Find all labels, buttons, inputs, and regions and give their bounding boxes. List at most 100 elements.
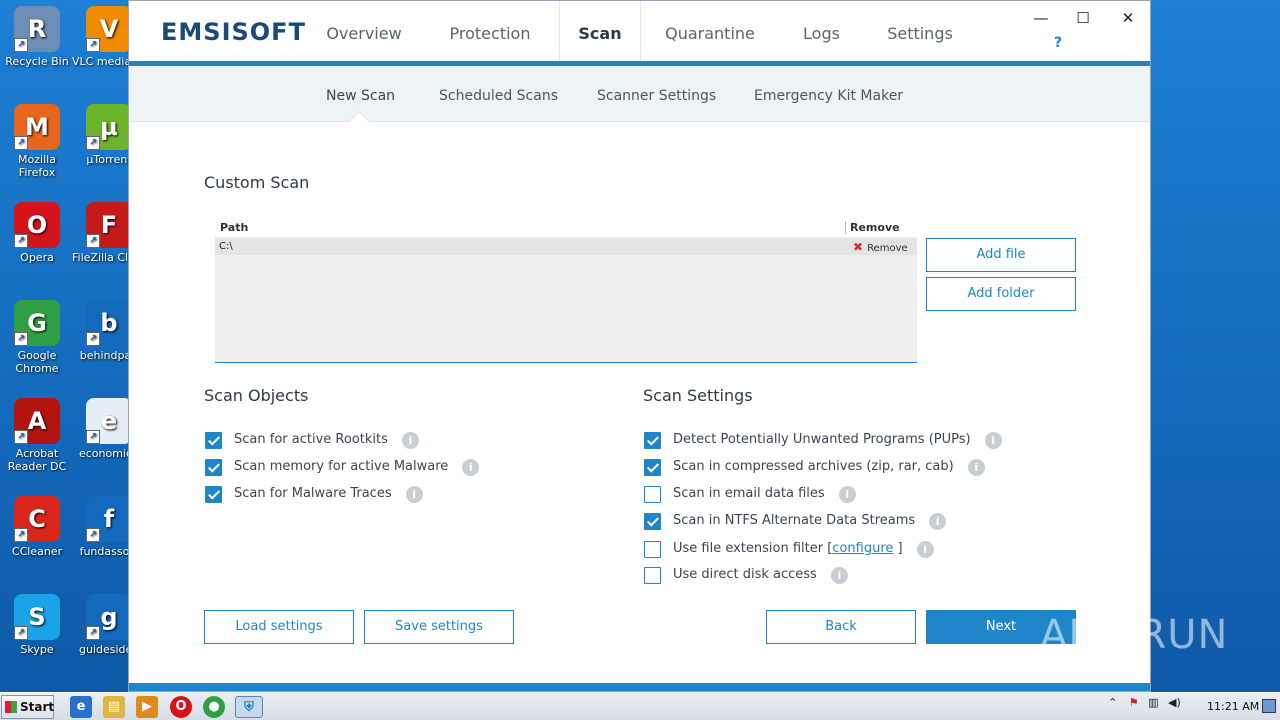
tab-logs[interactable]: Logs bbox=[789, 1, 854, 63]
shortcut-arrow-icon: ↗ bbox=[86, 234, 100, 248]
checkbox[interactable] bbox=[205, 459, 222, 476]
load-settings-button[interactable]: Load settings bbox=[204, 610, 354, 644]
option-label: Scan in NTFS Alternate Data Streams i bbox=[673, 513, 947, 530]
info-icon[interactable]: i bbox=[401, 432, 419, 449]
option-suffix: ] bbox=[893, 541, 903, 556]
maximize-button[interactable]: ☐ bbox=[1068, 7, 1098, 29]
utorrent-icon: µ ↗ bbox=[86, 104, 132, 150]
subtab-emergency-kit-maker[interactable]: Emergency Kit Maker bbox=[754, 88, 903, 104]
tab-quarantine[interactable]: Quarantine bbox=[654, 1, 766, 63]
desktop-icon-a-3[interactable]: G ↗ Google Chrome bbox=[0, 300, 74, 375]
minimize-button[interactable]: — bbox=[1026, 7, 1056, 29]
shortcut-arrow-icon: ↗ bbox=[86, 38, 100, 52]
option-label: Scan in compressed archives (zip, rar, c… bbox=[673, 459, 985, 476]
add-folder-button[interactable]: Add folder bbox=[926, 277, 1076, 311]
flag-tray-icon[interactable]: ⚑ bbox=[1129, 696, 1139, 709]
chrome-taskbar-icon[interactable]: ● bbox=[203, 696, 225, 718]
explorer-taskbar-icon[interactable]: ▤ bbox=[103, 696, 125, 718]
desktop-icon-label: Opera bbox=[20, 251, 54, 264]
desktop-icon-a-5[interactable]: C ↗ CCleaner bbox=[0, 496, 74, 558]
configure-link[interactable]: configure bbox=[832, 541, 893, 556]
close-button[interactable]: ✕ bbox=[1113, 7, 1143, 29]
subtab-scheduled-scans[interactable]: Scheduled Scans bbox=[439, 88, 558, 104]
option-label: Use direct disk access i bbox=[673, 567, 848, 584]
shortcut-arrow-icon: ↗ bbox=[86, 136, 100, 150]
option-label: Scan for active Rootkits i bbox=[234, 432, 419, 449]
chrome-icon: G ↗ bbox=[14, 300, 60, 346]
skype-icon: S ↗ bbox=[14, 594, 60, 640]
desktop-icon-a-6[interactable]: S ↗ Skype bbox=[0, 594, 74, 656]
option-text: Scan for Malware Traces bbox=[234, 486, 392, 501]
desktop-icon-label: Acrobat Reader DC bbox=[7, 447, 67, 473]
tab-overview[interactable]: Overview bbox=[309, 1, 419, 63]
info-icon[interactable]: i bbox=[838, 486, 856, 503]
shortcut-arrow-icon: ↗ bbox=[14, 430, 28, 444]
desktop-icon-label: Google Chrome bbox=[15, 349, 59, 375]
help-icon[interactable]: ? bbox=[1054, 35, 1062, 51]
subtab-new-scan[interactable]: New Scan bbox=[326, 88, 395, 104]
checkbox[interactable] bbox=[644, 513, 661, 530]
remove-path-button[interactable]: ✖ Remove bbox=[853, 240, 908, 254]
desktop-icon-a-0[interactable]: R ↗ Recycle Bin bbox=[0, 6, 74, 68]
info-icon[interactable]: i bbox=[405, 486, 423, 503]
checkbox[interactable] bbox=[644, 541, 661, 558]
option-label: Use file extension filter [configure ] i bbox=[673, 541, 934, 558]
shortcut-arrow-icon: ↗ bbox=[86, 528, 100, 542]
tab-settings[interactable]: Settings bbox=[874, 1, 966, 63]
desktop-icon-a-1[interactable]: M ↗ Mozilla Firefox bbox=[0, 104, 74, 179]
table-row[interactable]: C:\ ✖ Remove bbox=[215, 238, 917, 255]
info-icon[interactable]: i bbox=[462, 459, 480, 476]
desktop-icon-a-4[interactable]: A ↗ Acrobat Reader DC bbox=[0, 398, 74, 473]
start-button[interactable]: Start bbox=[1, 695, 54, 719]
checkbox[interactable] bbox=[644, 486, 661, 503]
shortcut-arrow-icon: ↗ bbox=[14, 332, 28, 346]
windows-flag-icon bbox=[5, 701, 17, 713]
info-icon[interactable]: i bbox=[916, 541, 934, 558]
tray-expand-icon[interactable]: ⌃ bbox=[1108, 696, 1117, 709]
emsisoft-taskbar-icon[interactable]: ⛨ bbox=[235, 696, 263, 718]
option-text: Use direct disk access bbox=[673, 567, 817, 582]
checkbox[interactable] bbox=[644, 432, 661, 449]
desktop-icon-label: Skype bbox=[20, 643, 54, 656]
remove-x-icon: ✖ bbox=[853, 240, 864, 254]
clock[interactable]: 11:21 AM bbox=[1207, 700, 1259, 713]
add-file-button[interactable]: Add file bbox=[926, 238, 1076, 272]
back-button[interactable]: Back bbox=[766, 610, 916, 644]
volume-tray-icon[interactable]: ◀) bbox=[1168, 696, 1181, 709]
info-icon[interactable]: i bbox=[830, 567, 848, 584]
info-icon[interactable]: i bbox=[984, 432, 1002, 449]
checkbox[interactable] bbox=[644, 459, 661, 476]
checkbox[interactable] bbox=[205, 432, 222, 449]
option-text: Detect Potentially Unwanted Programs (PU… bbox=[673, 432, 971, 447]
scan-objects-title: Scan Objects bbox=[204, 386, 309, 405]
info-icon[interactable]: i bbox=[929, 513, 947, 530]
taskbar: Start e ▤ ▶ O ● ⛨ ⌃ ⚑ ▥ ◀) 11:21 AM bbox=[0, 692, 1280, 720]
desktop-icon-a-2[interactable]: O ↗ Opera bbox=[0, 202, 74, 264]
subtab-scanner-settings[interactable]: Scanner Settings bbox=[597, 88, 716, 104]
firefox-icon: M ↗ bbox=[14, 104, 60, 150]
media-player-taskbar-icon[interactable]: ▶ bbox=[136, 696, 158, 718]
option-label: Detect Potentially Unwanted Programs (PU… bbox=[673, 432, 1002, 449]
info-icon[interactable]: i bbox=[967, 459, 985, 476]
network-tray-icon[interactable]: ▥ bbox=[1148, 696, 1158, 709]
table-header: Path Remove bbox=[215, 220, 917, 237]
window-bottom-bar bbox=[129, 683, 1150, 691]
desktop-icon-label: Mozilla Firefox bbox=[18, 153, 56, 179]
opera-icon: O ↗ bbox=[14, 202, 60, 248]
option-text: Scan memory for active Malware bbox=[234, 459, 449, 474]
opera-taskbar-icon[interactable]: O bbox=[170, 696, 192, 718]
shortcut-arrow-icon: ↗ bbox=[86, 626, 100, 640]
column-path: Path bbox=[220, 221, 249, 234]
option-text: Scan in NTFS Alternate Data Streams bbox=[673, 513, 916, 528]
checkbox[interactable] bbox=[644, 567, 661, 584]
tab-protection[interactable]: Protection bbox=[434, 1, 546, 63]
filezilla-icon: F ↗ bbox=[86, 202, 132, 248]
ie-taskbar-icon[interactable]: e bbox=[70, 696, 92, 718]
checkbox[interactable] bbox=[205, 486, 222, 503]
tab-scan[interactable]: Scan bbox=[559, 1, 641, 63]
save-settings-button[interactable]: Save settings bbox=[364, 610, 514, 644]
shortcut-arrow-icon: ↗ bbox=[14, 528, 28, 542]
show-desktop-icon[interactable] bbox=[1262, 699, 1276, 713]
app-logo: EMSISOFT bbox=[161, 18, 306, 46]
acrobat-icon: A ↗ bbox=[14, 398, 60, 444]
